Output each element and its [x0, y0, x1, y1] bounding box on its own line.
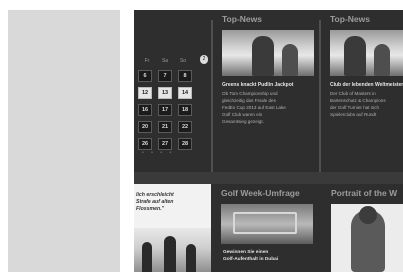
photo-figure: [252, 36, 274, 76]
calendar-day-headers: Fr Sa So: [140, 58, 206, 64]
calendar-date[interactable]: 27: [158, 138, 172, 150]
left-panel: [8, 10, 120, 272]
news-card[interactable]: Top-News Club der lebenden Weltmeister D…: [328, 14, 403, 172]
news-teaser: Ob Tom Championship und gleichzeitig das…: [222, 91, 286, 124]
calendar-date[interactable]: 21: [158, 121, 172, 133]
news-photo[interactable]: [330, 30, 403, 76]
calendar-date-highlighted[interactable]: 12: [138, 87, 152, 99]
section-divider: [134, 172, 403, 184]
calendar-date[interactable]: 26: [138, 138, 152, 150]
photo-figure: [374, 44, 390, 76]
calendar-day-header: So: [179, 58, 187, 64]
calendar-date[interactable]: 18: [178, 104, 192, 116]
news-teaser: Der Club of Masters in Bartenschutz & Ch…: [330, 91, 386, 117]
calendar-day-header: Fr: [144, 58, 150, 64]
calendar-date[interactable]: 8: [178, 70, 192, 82]
column-divider: [211, 20, 213, 172]
photo-figure: [282, 44, 298, 76]
photo-figure: [164, 236, 176, 272]
photo-figure: [186, 244, 196, 272]
column-divider: [319, 20, 321, 172]
portrait-section-title: Portrait of the W: [331, 188, 398, 198]
news-headline[interactable]: Greens knackt Pudlin Jackpot: [222, 82, 314, 88]
poll-card[interactable]: Golf Week-Umfrage Gewinnen Sie einen Gol…: [219, 188, 317, 272]
partial-article-text: lich erschleicht Strafe auf alten Flossm…: [136, 192, 174, 212]
poll-teaser[interactable]: Gewinnen Sie einen Golf-Aufenthalt in Du…: [223, 250, 278, 263]
photo-figure: [359, 206, 377, 224]
calendar-date[interactable]: 17: [158, 104, 172, 116]
calendar-date[interactable]: 28: [178, 138, 192, 150]
calendar-date[interactable]: 7: [158, 70, 172, 82]
news-card[interactable]: Top-News Greens knackt Pudlin Jackpot Ob…: [220, 14, 314, 172]
app-screen: Fr Sa So 2 6 7 8 12 13 14 16 17 18 20 21…: [134, 10, 403, 272]
calendar-date[interactable]: 22: [178, 121, 192, 133]
partial-article-card[interactable]: lich erschleicht Strafe auf alten Flossm…: [134, 184, 211, 272]
calendar-date[interactable]: 20: [138, 121, 152, 133]
news-section-title: Top-News: [222, 14, 262, 24]
portrait-card[interactable]: Portrait of the W: [329, 188, 403, 272]
news-photo[interactable]: [222, 30, 314, 76]
poll-section-title: Golf Week-Umfrage: [221, 188, 300, 198]
partial-article-photo[interactable]: [134, 228, 211, 272]
photo-figure: [344, 36, 366, 76]
calendar-date[interactable]: 6: [138, 70, 152, 82]
calendar-date-highlighted[interactable]: 14: [178, 87, 192, 99]
calendar-date-grid: 6 7 8 12 13 14 16 17 18 20 21 22 26 27 2…: [138, 70, 208, 150]
poll-photo[interactable]: [221, 204, 313, 244]
calendar-date[interactable]: 16: [138, 104, 152, 116]
calendar-day-header: Sa: [161, 58, 169, 64]
calendar-widget: Fr Sa So 2 6 7 8 12 13 14 16 17 18 20 21…: [134, 22, 211, 172]
photo-figure: [142, 242, 152, 272]
calendar-pager-dots[interactable]: • • • •: [142, 150, 174, 156]
calendar-date-highlighted[interactable]: 13: [158, 87, 172, 99]
calendar-nav-badge[interactable]: 2: [200, 55, 208, 64]
portrait-photo[interactable]: [331, 204, 403, 272]
news-section-title: Top-News: [330, 14, 370, 24]
news-headline[interactable]: Club der lebenden Weltmeister: [330, 82, 403, 88]
